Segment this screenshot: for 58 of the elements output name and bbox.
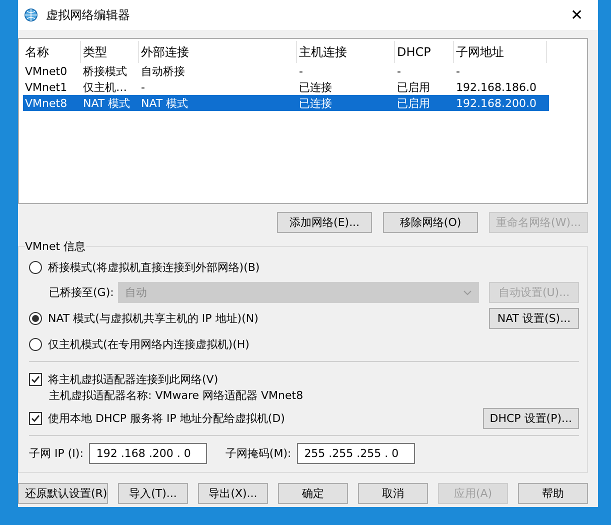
subnet-mask-field[interactable]: 255 .255 .255 . 0: [297, 442, 416, 464]
table-cell-text: NAT 模式: [82, 96, 132, 110]
adapter-name: 主机虚拟适配器名称: VMware 网络适配器 VMnet8: [49, 388, 304, 403]
checkbox[interactable]: [29, 412, 42, 424]
dialog-button[interactable]: 还原默认设置(R): [18, 483, 108, 504]
table-cell-text: 已连接: [298, 96, 333, 110]
table-cell-text: NAT 模式: [140, 96, 190, 110]
dialog-button[interactable]: 导入(T)...: [118, 483, 188, 504]
settings-button[interactable]: NAT 设置(S)...: [489, 308, 579, 328]
radio-button[interactable]: [29, 338, 42, 350]
column-header[interactable]: DHCP: [395, 41, 454, 63]
network-row[interactable]: VMnet1 仅主机… - 已连接 已启用 192.168.186.0: [23, 79, 549, 95]
dhcp-settings-button[interactable]: DHCP 设置(P)...: [482, 408, 579, 428]
checkbox[interactable]: [29, 372, 42, 386]
table-cell-text: -: [298, 64, 304, 78]
table-cell-text: 192.168.200.0: [455, 96, 538, 110]
dialog-button[interactable]: 取消: [358, 483, 428, 504]
table-cell-text: 自动桥接: [140, 64, 186, 78]
window-title: 虚拟网络编辑器: [46, 6, 131, 24]
table-cell-text: 已启用: [396, 80, 431, 94]
table-cell-text: -: [140, 80, 146, 94]
mode-label: NAT 模式(与虚拟机共享主机的 IP 地址)(N): [48, 310, 260, 326]
column-header[interactable]: 类型: [81, 41, 139, 63]
table-cell-text: 已启用: [396, 96, 431, 110]
column-header[interactable]: 名称: [23, 41, 81, 63]
radio-button[interactable]: [29, 260, 42, 274]
column-header[interactable]: 主机连接: [297, 41, 395, 63]
dialog-button[interactable]: 确定: [278, 483, 348, 504]
table-cell-text: 桥接模式: [82, 64, 128, 78]
globe-icon: [24, 8, 38, 22]
table-cell-text: VMnet0: [24, 64, 68, 78]
table-cell-text: 已连接: [298, 80, 333, 94]
list-button[interactable]: 添加网络(E)...: [277, 212, 372, 233]
radio-button[interactable]: [29, 312, 42, 324]
bridge-label: 已桥接至(G):: [49, 285, 114, 300]
table-cell-text: VMnet1: [24, 80, 68, 94]
column-header[interactable]: 子网地址: [454, 41, 547, 63]
network-row[interactable]: VMnet8 NAT 模式 NAT 模式 已连接 已启用 192.168.200.0: [23, 95, 549, 111]
table-cell-text: 192.168.186.0: [455, 80, 538, 94]
subnet-ip-label: 子网 IP (I):: [29, 446, 84, 460]
mode-label: 桥接模式(将虚拟机直接连接到外部网络)(B): [48, 260, 261, 274]
close-button[interactable]: ✕: [562, 2, 592, 28]
checkbox-label: 使用本地 DHCP 服务将 IP 地址分配给虚拟机(D): [48, 410, 286, 426]
subnet-mask-label: 子网掩码(M):: [225, 446, 292, 460]
list-button[interactable]: 移除网络(O): [383, 212, 478, 233]
checkbox-label: 将主机虚拟适配器连接到此网络(V): [48, 372, 220, 386]
table-cell-text: -: [396, 64, 402, 78]
network-row[interactable]: VMnet0 桥接模式 自动桥接 - - -: [23, 63, 549, 79]
mode-label: 仅主机模式(在专用网络内连接虚拟机)(H): [48, 336, 250, 352]
table-cell-text: 仅主机…: [82, 80, 128, 94]
column-header[interactable]: 外部连接: [139, 41, 297, 63]
subnet-ip-field[interactable]: 192 .168 .200 . 0: [89, 442, 208, 464]
table-cell-text: -: [455, 64, 461, 78]
table-cell-text: VMnet8: [24, 96, 68, 110]
dropdown-caret-icon: [463, 290, 472, 296]
group-title: VMnet 信息: [25, 239, 86, 254]
dialog-button[interactable]: 帮助: [518, 483, 588, 504]
dialog-button[interactable]: 导出(X)...: [198, 483, 268, 504]
